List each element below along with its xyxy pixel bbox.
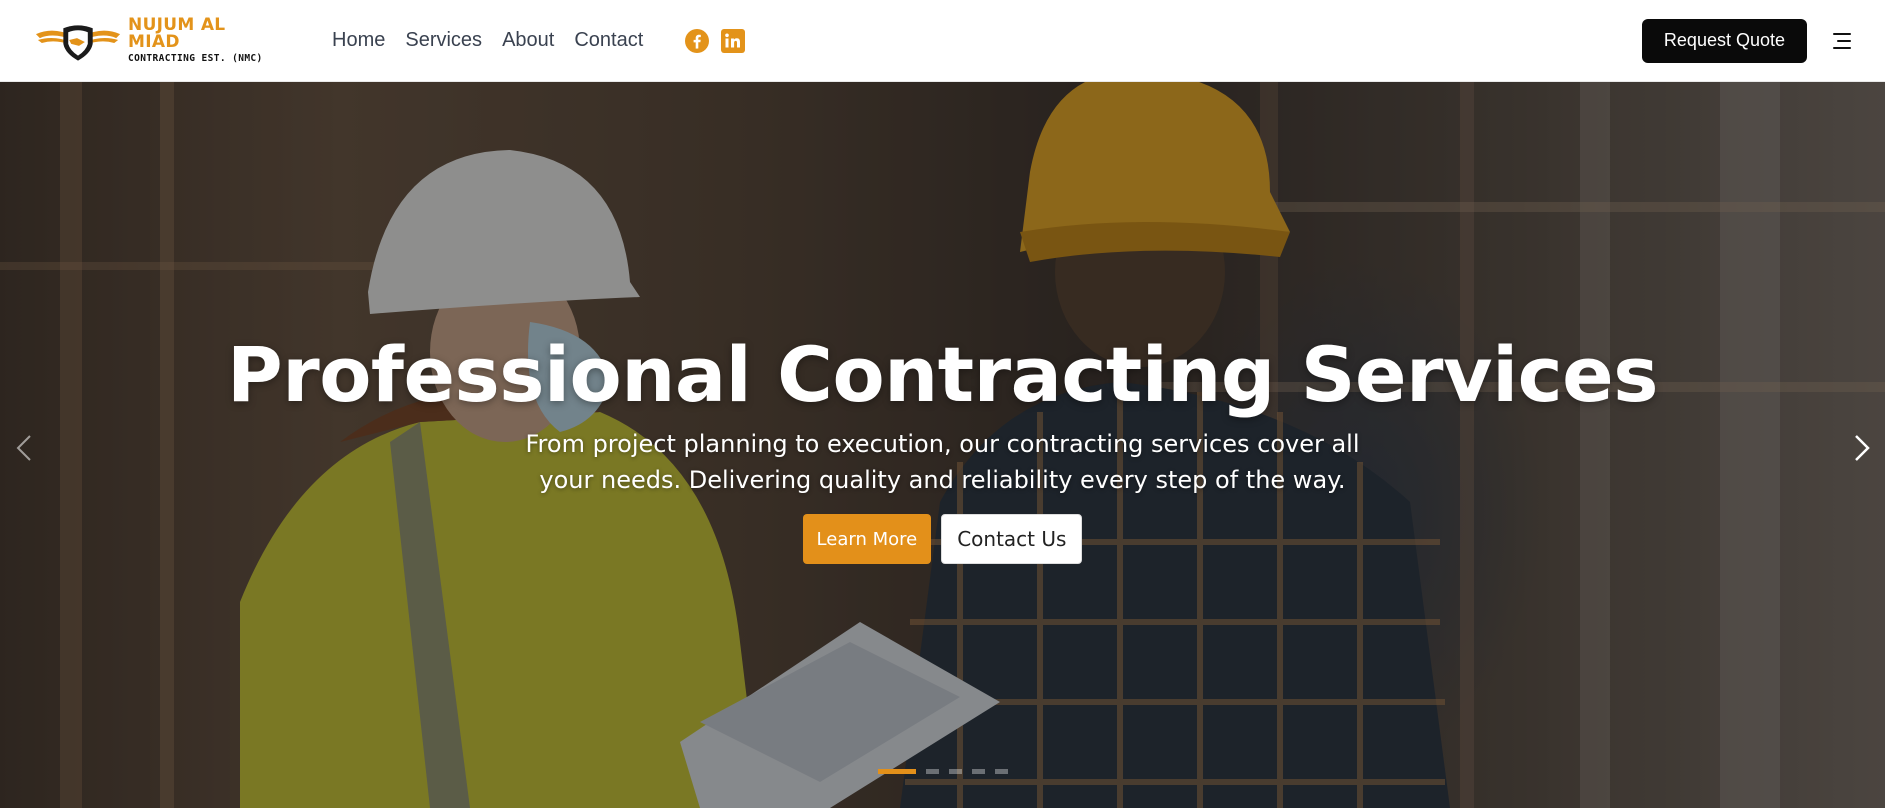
- main-nav: Home Services About Contact: [332, 29, 643, 52]
- nav-item-services[interactable]: Services: [405, 29, 482, 52]
- hero-content: Professional Contracting Services From p…: [0, 82, 1885, 808]
- facebook-icon[interactable]: [685, 28, 710, 53]
- carousel-indicator[interactable]: [926, 769, 939, 774]
- nav-item-home[interactable]: Home: [332, 29, 385, 52]
- brand-logo[interactable]: NUJUM AL MIAD CONTRACTING EST. (NMC): [34, 17, 280, 64]
- hero-title: Professional Contracting Services: [227, 330, 1658, 419]
- linkedin-icon[interactable]: [721, 28, 746, 53]
- site-header: NUJUM AL MIAD CONTRACTING EST. (NMC) Hom…: [0, 0, 1885, 82]
- hero-subtitle: From project planning to execution, our …: [525, 430, 1360, 494]
- learn-more-button[interactable]: Learn More: [802, 514, 932, 564]
- carousel-prev-arrow-icon[interactable]: [12, 432, 36, 464]
- request-quote-button[interactable]: Request Quote: [1641, 18, 1807, 63]
- contact-us-button[interactable]: Contact Us: [941, 514, 1083, 564]
- brand-subtitle: CONTRACTING EST. (NMC): [128, 53, 263, 65]
- hamburger-menu-icon[interactable]: [1829, 30, 1851, 52]
- carousel-indicator[interactable]: [972, 769, 985, 774]
- carousel-next-arrow-icon[interactable]: [1850, 432, 1874, 464]
- hero-actions: Learn More Contact Us: [0, 514, 1885, 564]
- carousel-indicator[interactable]: [995, 769, 1008, 774]
- hero-carousel: Professional Contracting Services From p…: [0, 82, 1885, 808]
- carousel-indicator[interactable]: [949, 769, 962, 774]
- social-links: [685, 28, 746, 53]
- nav-item-about[interactable]: About: [502, 29, 554, 52]
- eagle-shield-logo-icon: [35, 24, 121, 61]
- nav-item-contact[interactable]: Contact: [574, 29, 643, 52]
- carousel-indicators: [878, 769, 1008, 774]
- brand-name: NUJUM AL MIAD: [128, 15, 226, 53]
- carousel-indicator[interactable]: [878, 769, 916, 774]
